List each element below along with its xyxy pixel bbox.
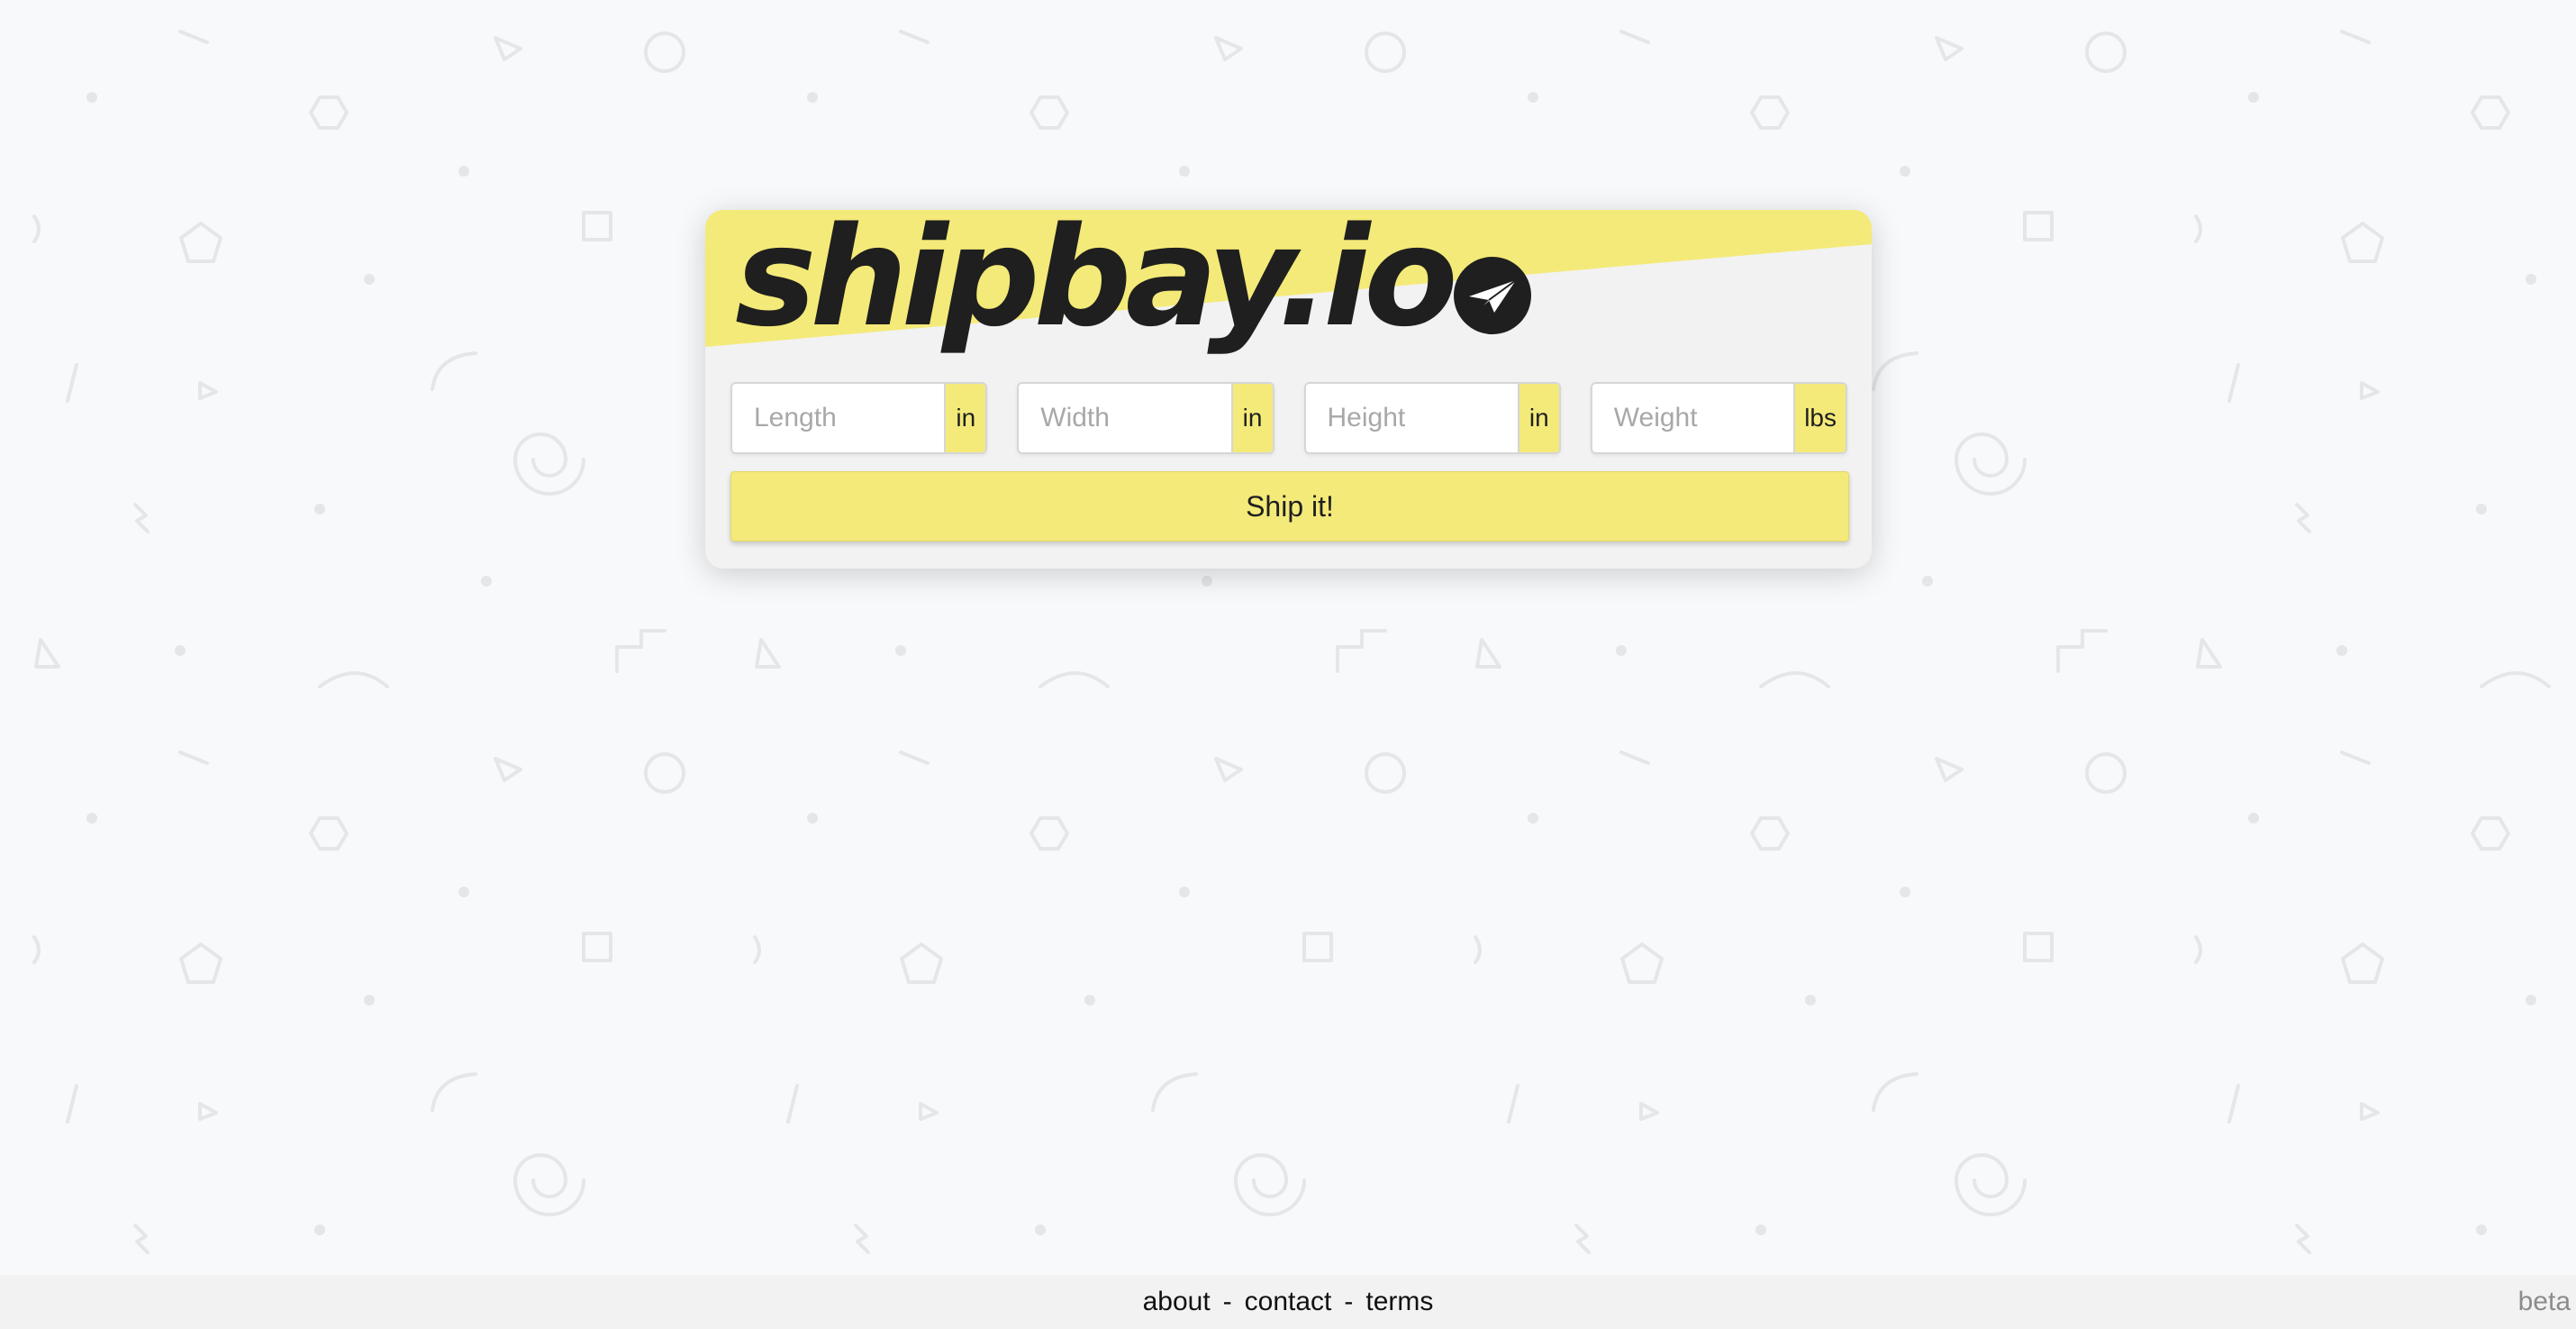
- length-field: in: [730, 382, 988, 454]
- background-pattern: [0, 0, 2576, 1329]
- length-input[interactable]: [732, 384, 945, 452]
- weight-field: lbs: [1590, 382, 1847, 454]
- height-input[interactable]: [1305, 384, 1518, 452]
- dimension-fields: in in in lbs: [730, 382, 1847, 454]
- height-field: in: [1303, 382, 1561, 454]
- brand-logo[interactable]: shipbay.io: [735, 210, 1531, 354]
- brand-name: shipbay.io: [735, 210, 1458, 357]
- footer-links: about - contact - terms: [0, 1275, 2576, 1329]
- footer-separator: -: [1344, 1287, 1354, 1316]
- height-unit-label: in: [1517, 384, 1559, 452]
- weight-unit-label: lbs: [1793, 384, 1846, 452]
- footer-link-contact[interactable]: contact: [1245, 1287, 1332, 1317]
- weight-input[interactable]: [1592, 384, 1794, 452]
- width-input[interactable]: [1019, 384, 1231, 452]
- footer: about - contact - terms beta: [0, 1275, 2576, 1329]
- paper-plane-icon: [1453, 257, 1531, 334]
- width-field: in: [1017, 382, 1274, 454]
- ship-it-button[interactable]: Ship it!: [730, 471, 1849, 542]
- width-unit-label: in: [1230, 384, 1273, 452]
- length-unit-label: in: [944, 384, 986, 452]
- beta-badge: beta: [2517, 1287, 2571, 1316]
- footer-link-about[interactable]: about: [1143, 1287, 1211, 1317]
- footer-link-terms[interactable]: terms: [1365, 1287, 1433, 1317]
- shipping-card: shipbay.io in in in lbs Ship it!: [705, 210, 1872, 569]
- footer-separator: -: [1222, 1287, 1232, 1316]
